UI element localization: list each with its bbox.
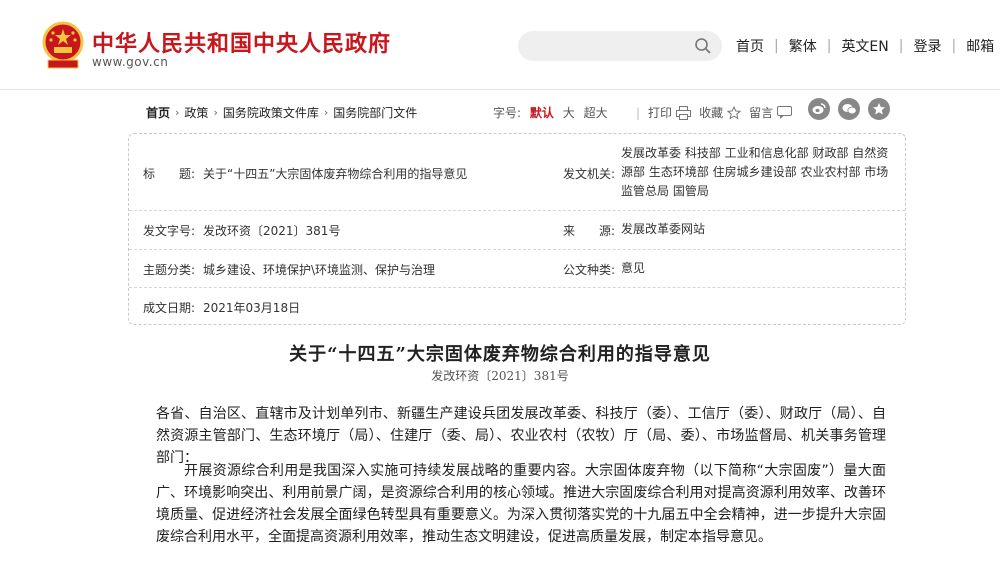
source-value: 发展改革委网站 <box>621 222 706 236</box>
font-size-label: 字号: <box>493 106 522 120</box>
comment-button[interactable]: 留言 <box>749 104 793 121</box>
info-row-docno: 发文字号: 发改环资〔2021〕381号 来 源: 发展改革委网站 <box>129 211 905 250</box>
print-label: 打印 <box>648 106 673 120</box>
topic-value: 城乡建设、环境保护\环境监测、保护与治理 <box>203 263 436 277</box>
article-paragraph: 开展资源综合利用是我国深入实施可持续发展战略的重要内容。大宗固体废弃物（以下简称… <box>156 463 886 545</box>
site-header: 中华人民共和国中央人民政府 www.gov.cn 首页 | 繁体 | 英文EN … <box>0 0 1000 90</box>
breadcrumb: 首页 › 政策 › 国务院政策文件库 › 国务院部门文件 <box>146 104 417 121</box>
info-row-title: 标 题: 关于“十四五”大宗固体废弃物综合利用的指导意见 发文机关: 发展改革委… <box>129 134 905 211</box>
topic-label: 主题分类: <box>143 263 196 277</box>
weibo-icon[interactable] <box>808 98 830 120</box>
site-url: www.gov.cn <box>92 55 169 69</box>
chevron-right-icon: › <box>213 106 218 119</box>
doc-no-label: 发文字号: <box>143 224 196 238</box>
document-info-table: 标 题: 关于“十四五”大宗固体废弃物综合利用的指导意见 发文机关: 发展改革委… <box>128 133 906 325</box>
source-label: 来 源: <box>563 224 616 238</box>
title-label: 标 题: <box>143 167 196 181</box>
nav-login-link[interactable]: 登录 <box>913 36 941 56</box>
nav-divider: | <box>826 38 832 54</box>
breadcrumb-policy[interactable]: 政策 <box>184 104 208 121</box>
favorite-button[interactable]: 收藏 <box>699 104 742 121</box>
breadcrumb-policy-library[interactable]: 国务院政策文件库 <box>223 104 319 121</box>
date-value: 2021年03月18日 <box>203 301 301 315</box>
national-emblem-icon[interactable] <box>40 20 86 70</box>
search-icon[interactable] <box>694 37 712 55</box>
font-size-large[interactable]: 大 <box>563 106 575 120</box>
article-doc-number: 发改环资〔2021〕381号 <box>431 369 569 383</box>
article-tools: | 打印 收藏 留言 <box>636 104 800 121</box>
doctype-label: 公文种类: <box>563 263 616 277</box>
font-size-xlarge[interactable]: 超大 <box>584 106 608 120</box>
font-size-selector: 字号: 默认 大 超大 <box>493 104 613 121</box>
favorite-label: 收藏 <box>699 106 724 120</box>
nav-home-link[interactable]: 首页 <box>736 36 764 56</box>
font-size-default[interactable]: 默认 <box>530 106 554 120</box>
article-title: 关于“十四五”大宗固体废弃物综合利用的指导意见 <box>289 344 711 365</box>
breadcrumb-dept-docs[interactable]: 国务院部门文件 <box>333 104 417 121</box>
date-label: 成文日期: <box>143 301 196 315</box>
comment-icon <box>777 105 793 119</box>
issuer-label: 发文机关: <box>563 167 616 181</box>
star-icon[interactable] <box>868 98 890 120</box>
printer-icon <box>676 105 692 120</box>
site-title[interactable]: 中华人民共和国中央人民政府 <box>92 26 391 58</box>
nav-divider: | <box>898 38 904 54</box>
breadcrumb-bar: 首页 › 政策 › 国务院政策文件库 › 国务院部门文件 字号: 默认 大 超大… <box>146 98 891 121</box>
top-nav: 首页 | 繁体 | 英文EN | 登录 | 邮箱 <box>736 36 994 56</box>
info-row-date: 成文日期: 2021年03月18日 <box>129 288 905 324</box>
doc-no-value: 发改环资〔2021〕381号 <box>203 224 341 238</box>
issuer-value: 发展改革委 科技部 工业和信息化部 财政部 自然资源部 生态环境部 住房城乡建设… <box>621 146 889 198</box>
tools-divider: | <box>636 105 641 120</box>
comment-label: 留言 <box>749 106 774 120</box>
chevron-right-icon: › <box>323 106 329 119</box>
nav-divider: | <box>774 38 779 54</box>
wechat-icon[interactable] <box>838 98 860 120</box>
title-value: 关于“十四五”大宗固体废弃物综合利用的指导意见 <box>203 167 468 181</box>
share-buttons <box>808 98 898 120</box>
breadcrumb-home[interactable]: 首页 <box>146 104 170 121</box>
chevron-right-icon: › <box>175 106 180 119</box>
info-row-topic: 主题分类: 城乡建设、环境保护\环境监测、保护与治理 公文种类: 意见 <box>129 250 905 288</box>
doctype-value: 意见 <box>621 261 646 275</box>
nav-mail-link[interactable]: 邮箱 <box>966 36 994 56</box>
search-box <box>518 31 722 61</box>
nav-traditional-link[interactable]: 繁体 <box>789 36 817 56</box>
search-input[interactable] <box>530 36 690 56</box>
nav-divider: | <box>951 38 957 54</box>
star-outline-icon <box>727 105 742 120</box>
nav-english-link[interactable]: 英文EN <box>841 36 888 56</box>
print-button[interactable]: 打印 <box>648 104 692 121</box>
